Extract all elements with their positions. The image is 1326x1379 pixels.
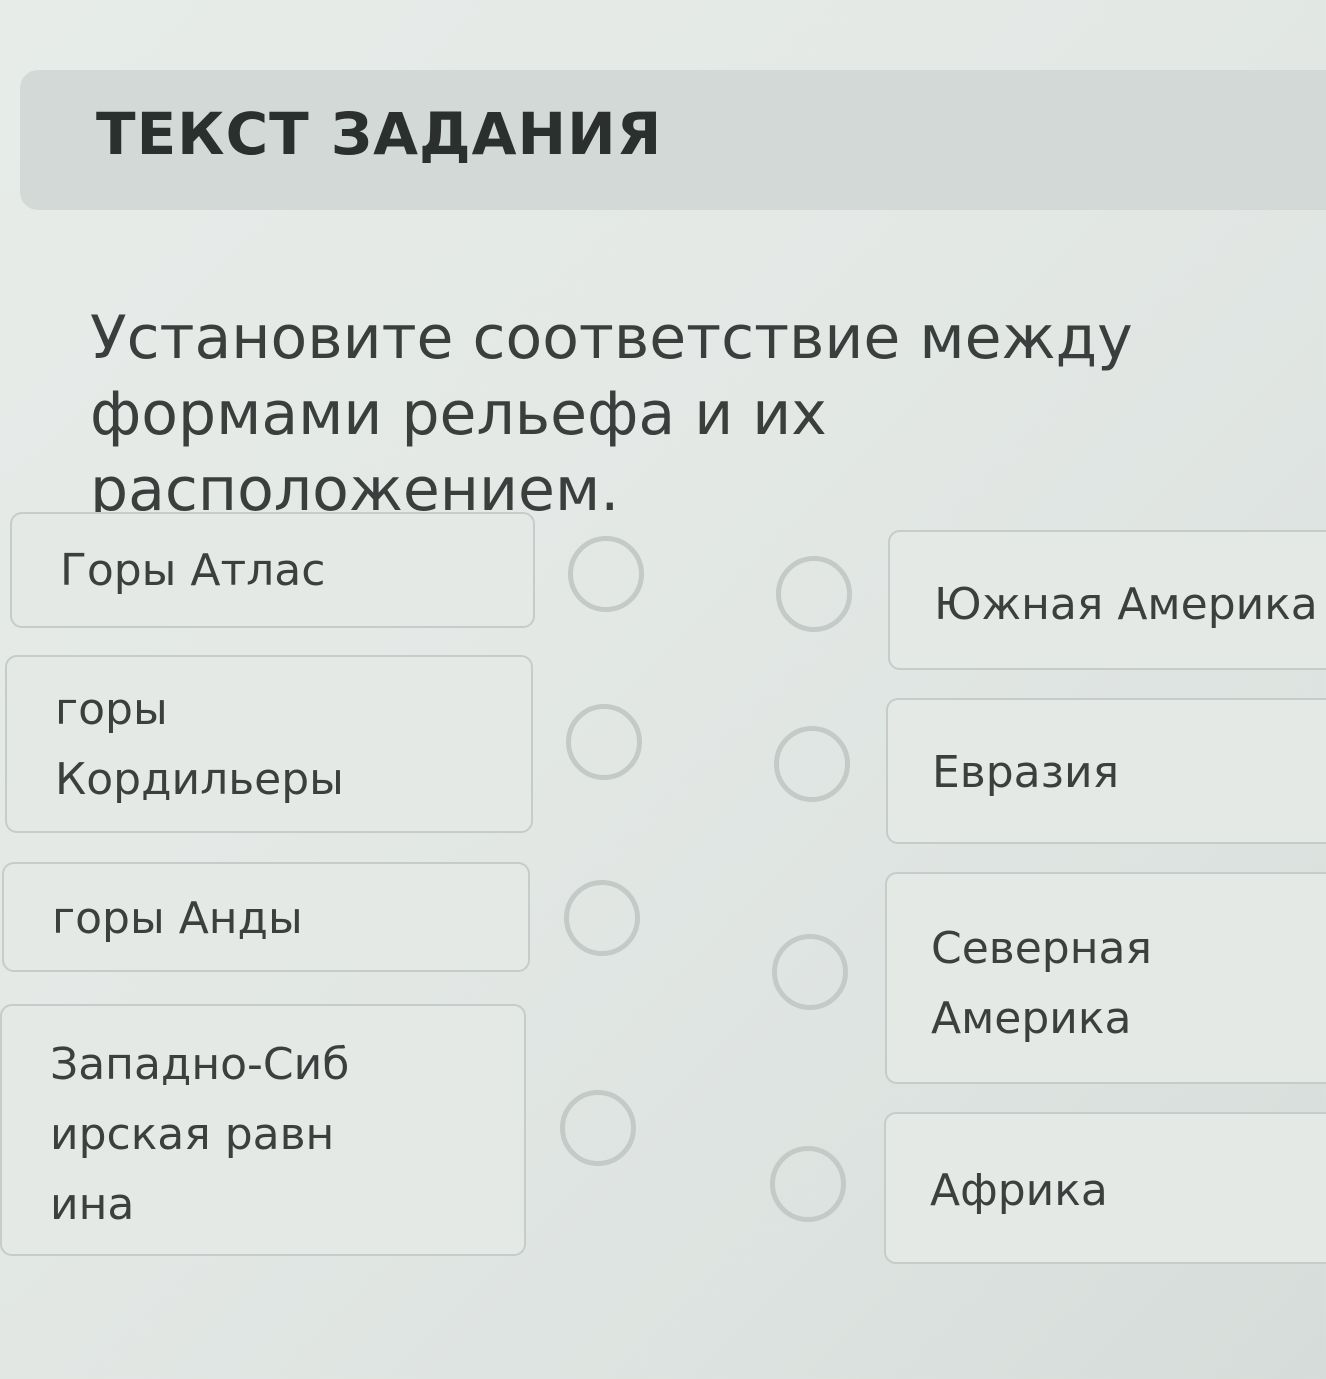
right-connector-ring[interactable] <box>772 934 848 1010</box>
right-item-label: Южная Америка <box>934 579 1318 630</box>
left-connector-ring[interactable] <box>564 880 640 956</box>
right-item-label: Северная Америка <box>931 923 1152 1044</box>
right-item-card[interactable]: Африка <box>884 1112 1326 1264</box>
left-item-label: Горы Атлас <box>60 545 326 596</box>
left-item-card[interactable]: горы Кордильеры <box>5 655 533 833</box>
right-connector-ring[interactable] <box>774 726 850 802</box>
left-item-card[interactable]: Горы Атлас <box>10 512 535 628</box>
left-item-label: Западно-Сибирская равнина <box>50 1039 350 1230</box>
left-connector-ring[interactable] <box>560 1090 636 1166</box>
right-item-card[interactable]: Южная Америка <box>888 530 1326 670</box>
right-item-card[interactable]: Евразия <box>886 698 1326 844</box>
left-connector-ring[interactable] <box>566 704 642 780</box>
question-text: Установите соответствие между формами ре… <box>90 303 1133 525</box>
left-item-label: горы Анды <box>52 893 303 944</box>
right-item-card[interactable]: Северная Америка <box>885 872 1326 1084</box>
right-connector-ring[interactable] <box>770 1146 846 1222</box>
right-connector-ring[interactable] <box>776 556 852 632</box>
right-item-label: Евразия <box>932 747 1120 798</box>
task-header-title: ТЕКСТ ЗАДАНИЯ <box>96 100 663 168</box>
left-item-label: горы Кордильеры <box>55 684 344 805</box>
left-item-card[interactable]: Западно-Сибирская равнина <box>0 1004 526 1256</box>
left-connector-ring[interactable] <box>568 536 644 612</box>
left-item-card[interactable]: горы Анды <box>2 862 530 972</box>
right-item-label: Африка <box>930 1165 1108 1216</box>
